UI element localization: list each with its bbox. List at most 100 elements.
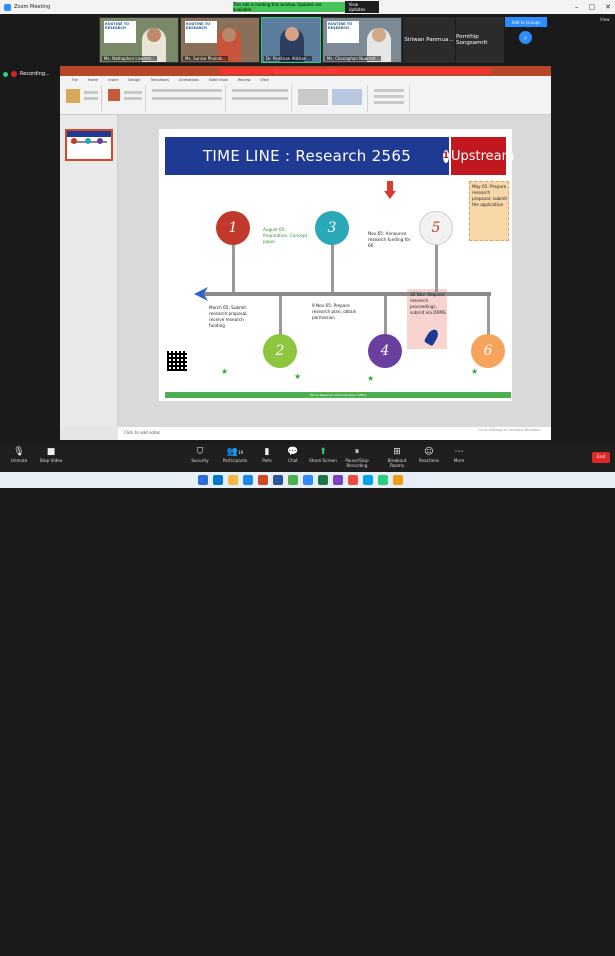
participant-name: Pornthip Songsamrit <box>456 34 488 46</box>
stop-video-button[interactable]: ■ Stop Video <box>34 446 68 463</box>
tab-file[interactable]: File <box>72 78 78 82</box>
poster: ROUTINE TO RESEARCH <box>327 21 359 43</box>
pause-stop-recording-button[interactable]: ⏸ Pause/Stop Recording <box>340 446 374 468</box>
tab-review[interactable]: Review <box>238 78 251 82</box>
excel-icon[interactable] <box>318 475 328 485</box>
breakout-rooms-button[interactable]: ⊞ Breakout Rooms <box>380 446 414 468</box>
shield-icon: ⛉ <box>196 447 204 457</box>
participants-icon: 👥19 <box>226 447 244 457</box>
breakout-rooms-icon: ⊞ <box>393 447 401 457</box>
step-5-text: 30 Nov: Request research proceedings, su… <box>410 292 446 315</box>
record-icon <box>11 71 17 77</box>
shield-status-icon <box>3 71 8 77</box>
view-button[interactable]: View <box>600 17 615 22</box>
minimize-icon[interactable]: – <box>575 3 579 11</box>
video-camera-icon: ■ <box>46 447 56 457</box>
drawing-group[interactable] <box>294 85 368 112</box>
step-2-text: August 65: Preparation, Concept paper <box>263 227 308 244</box>
tab-home[interactable]: Home <box>88 78 98 82</box>
clipboard-group[interactable] <box>62 85 102 112</box>
step-1-circle: 1 <box>216 211 250 245</box>
step-3-circle: 3 <box>315 211 349 245</box>
video-tile[interactable]: ROUTINE TO RESEARCH Ms. Sunisa Phairak..… <box>180 17 260 63</box>
editing-group[interactable] <box>370 85 410 112</box>
step-stem <box>232 244 235 292</box>
active-speaker-tile[interactable]: Dr. Panitnan Alikhan... <box>261 17 321 63</box>
star-icon: ★ <box>471 367 479 376</box>
next-page-icon[interactable]: › <box>519 31 532 44</box>
tab-transitions[interactable]: Transitions <box>150 78 169 82</box>
reactions-button[interactable]: ☺ Reactions <box>412 446 446 463</box>
zoom-taskbar-icon[interactable] <box>303 475 313 485</box>
badge-number: 1 <box>442 149 449 163</box>
down-arrow-icon <box>384 181 396 199</box>
slide-badge: 1 Upstream <box>442 137 514 175</box>
tab-animations[interactable]: Animations <box>179 78 199 82</box>
slide-footer: Tahoe Research Administration Office <box>165 392 511 398</box>
banner-text: This site is holding this window. Update… <box>233 2 322 12</box>
app-icon[interactable] <box>348 475 358 485</box>
step-5-circle: 5 <box>419 211 453 245</box>
current-slide[interactable]: TIME LINE : Research 2565 1 Upstream 1 2… <box>159 129 514 401</box>
participant-name: Dr. Panitnan Alikhan... <box>264 56 313 61</box>
word-icon[interactable] <box>273 475 283 485</box>
tab-insert[interactable]: Insert <box>108 78 118 82</box>
step-stem <box>331 244 334 292</box>
paragraph-group[interactable] <box>228 85 292 112</box>
powerpoint-icon[interactable] <box>258 475 268 485</box>
tab-design[interactable]: Design <box>128 78 140 82</box>
windows-taskbar: 11:04 AM 1/6/2022 <box>0 472 615 955</box>
poster: ROUTINE TO RESEARCH <box>185 21 217 43</box>
step-1-text: March 65: Submit research proposal, rece… <box>209 305 248 328</box>
step-3-text: 9 Nov 65: Prepare research plan, obtain … <box>312 303 357 320</box>
microphone-icon: 🎙 <box>13 447 25 457</box>
step-4-text: Nov 65: Announce research funding for 66 <box>368 231 411 248</box>
app-icon[interactable] <box>333 475 343 485</box>
zoom-logo-icon <box>4 3 11 11</box>
recording-label: Recording... <box>20 71 50 77</box>
star-icon: ★ <box>294 372 302 381</box>
slide-thumbnail[interactable] <box>65 129 113 161</box>
chat-button[interactable]: 💬 Chat <box>276 446 310 463</box>
video-tile[interactable]: ROUTINE TO RESEARCH Ms. Chanaphon Nuanra… <box>322 17 402 63</box>
share-screen-button[interactable]: ⬆ Share Screen <box>306 446 340 463</box>
activate-windows-watermark: Go to Settings to activate Windows. <box>478 428 541 432</box>
chrome-icon[interactable] <box>288 475 298 485</box>
start-icon[interactable] <box>198 475 208 485</box>
ribbon <box>60 83 551 115</box>
tab-view[interactable]: View <box>260 78 268 82</box>
badge-text: Upstream <box>450 148 515 164</box>
view-updates-button[interactable]: View Updates <box>344 1 379 13</box>
security-button[interactable]: ⛉ Security <box>183 446 217 463</box>
file-explorer-icon[interactable] <box>228 475 238 485</box>
slide-thumbnails-pane <box>60 115 118 427</box>
maximize-icon[interactable]: ▢ <box>589 3 596 11</box>
tab-slideshow[interactable]: Slide Show <box>209 78 228 82</box>
add-to-groups-button[interactable]: Add to Groups <box>505 17 547 27</box>
participant-name: Ms. Nathaphon Lawarm... <box>102 56 158 61</box>
qr-code <box>167 351 187 371</box>
star-icon: ★ <box>221 367 229 376</box>
pause-record-icon: ⏸ <box>354 447 360 457</box>
app-icon[interactable] <box>363 475 373 485</box>
update-banner: This site is holding this window. Update… <box>233 1 379 13</box>
participants-button[interactable]: 👥19 Participants <box>218 446 252 463</box>
recording-indicator[interactable]: Recording... <box>0 68 58 80</box>
name-tile[interactable]: Siriwan Panmua... <box>403 17 455 63</box>
edge-icon[interactable] <box>243 475 253 485</box>
more-button[interactable]: ⋯ More <box>442 446 476 463</box>
more-dots-icon: ⋯ <box>454 447 464 457</box>
step-2-circle: 2 <box>263 334 297 368</box>
search-icon[interactable] <box>213 475 223 485</box>
slides-group[interactable] <box>104 85 146 112</box>
app-icon[interactable] <box>393 475 403 485</box>
name-tile[interactable]: Pornthip Songsamrit <box>456 17 504 63</box>
system-clock[interactable]: 11:04 AM 1/6/2022 <box>583 946 613 956</box>
video-tile[interactable]: ROUTINE TO RESEARCH Ms. Nathaphon Lawarm… <box>99 17 179 63</box>
close-icon[interactable]: ✕ <box>605 3 611 11</box>
end-meeting-button[interactable]: End <box>592 452 610 463</box>
participant-head <box>285 27 299 41</box>
font-group[interactable] <box>148 85 226 112</box>
line-icon[interactable] <box>378 475 388 485</box>
unmute-button[interactable]: 🎙 Unmute <box>2 446 36 463</box>
